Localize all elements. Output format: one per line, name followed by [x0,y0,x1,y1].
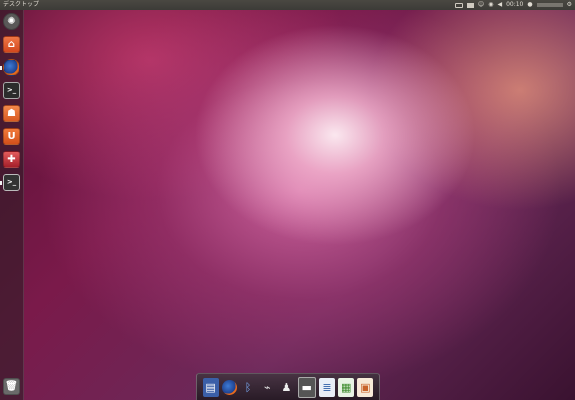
dock-bar: ▤ ᛒ ⌁ ♟ ▬ ≣ ▦ ▣ [196,373,380,400]
volume-icon[interactable]: ◀ [497,0,502,10]
top-panel: デスクトップ ☺ ◉ ◀ 00:10 ● ⚙ [0,0,575,10]
session-gear-icon[interactable]: ⚙ [567,0,572,10]
clock-label[interactable]: 00:10 [506,0,523,10]
ubuntu-one-icon[interactable]: U [3,128,20,145]
usb-cable-icon[interactable]: ⌁ [259,378,275,397]
terminal-icon[interactable]: >_ [3,82,20,99]
ubuntu-logo-icon: ✺ [7,15,16,27]
accessibility-icon[interactable]: ☺ [478,0,484,10]
firefox-icon[interactable] [3,59,20,76]
wrench-icon: ✚ [7,153,16,165]
mail-icon[interactable] [466,2,474,8]
panel-title: デスクトップ [3,1,40,8]
running-indicator [0,181,2,185]
house-icon: ⌂ [7,38,16,50]
desktop-wallpaper [0,0,575,400]
network-wifi-icon[interactable]: ◉ [488,0,493,10]
system-tools-icon[interactable]: ✚ [3,151,20,168]
user-name-label[interactable] [536,3,563,7]
dash-home-icon[interactable]: ✺ [3,13,20,30]
save-disk-icon[interactable]: ▤ [202,377,219,397]
system-tray: ☺ ◉ ◀ 00:10 ● ⚙ [454,0,572,10]
running-indicator [0,66,2,70]
terminal-window-icon[interactable]: >_ [3,174,20,191]
spreadsheet-icon[interactable]: ▦ [338,377,355,397]
user-icon[interactable]: ● [527,0,532,10]
scanner-icon[interactable]: ▬ [297,376,316,398]
penguin-icon[interactable]: ♟ [278,378,294,397]
text-document-icon[interactable]: ≣ [318,377,335,397]
presentation-icon[interactable]: ▣ [357,377,374,397]
trash-can-icon: 🗑 [5,380,18,392]
bluetooth-icon[interactable]: ᛒ [240,378,256,397]
unity-launcher: ✺ ⌂ >_ ☗ U ✚ >_ 🗑 [0,10,24,400]
home-folder-icon[interactable]: ⌂ [3,36,20,53]
trash-icon[interactable]: 🗑 [3,378,20,395]
shopping-bag-icon: ☗ [7,107,16,119]
keyboard-indicator-icon[interactable] [454,2,463,8]
software-center-icon[interactable]: ☗ [3,105,20,122]
firefox-icon[interactable] [221,379,237,395]
